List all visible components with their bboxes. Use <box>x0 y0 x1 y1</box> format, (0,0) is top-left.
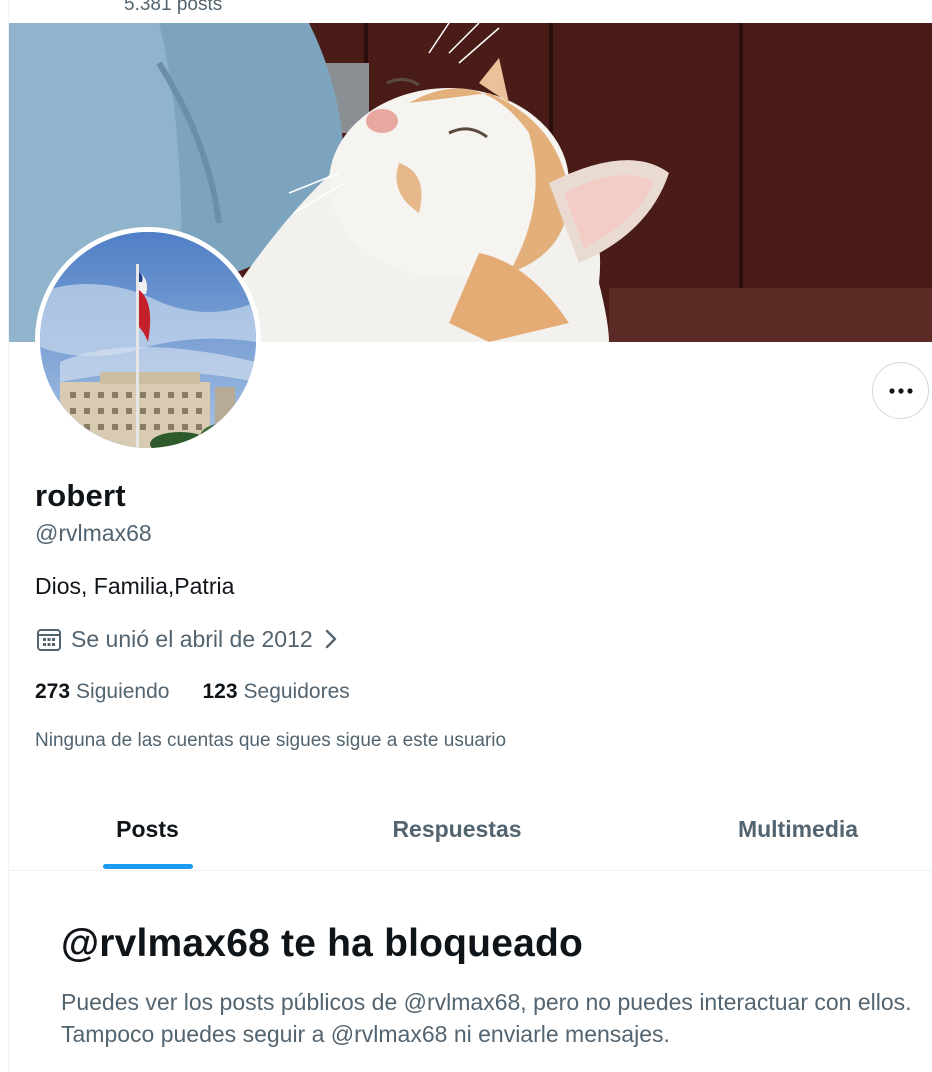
mutual-followers-note: Ninguna de las cuentas que sigues sigue … <box>35 730 507 751</box>
following-link[interactable]: 273 Siguiendo <box>35 680 169 704</box>
following-count: 273 <box>35 680 71 703</box>
profile-bio: Dios, Familia,Patria <box>35 573 235 599</box>
active-tab-indicator <box>102 864 193 869</box>
tab-media-label: Multimedia <box>737 816 859 842</box>
follow-stats: 273 Siguiendo 123 Seguidores <box>35 680 383 704</box>
blocked-description: Puedes ver los posts públicos de @rvlmax… <box>61 989 912 1047</box>
calendar-icon <box>37 629 61 651</box>
following-label: Siguiendo <box>76 680 170 703</box>
tab-posts[interactable]: Posts <box>9 788 286 871</box>
display-name: robert <box>35 478 126 513</box>
profile-avatar[interactable] <box>35 227 261 453</box>
followers-count: 123 <box>202 680 238 703</box>
tab-replies[interactable]: Respuestas <box>286 788 628 871</box>
more-options-button[interactable] <box>872 362 929 419</box>
joined-label: Se unió el abril de 2012 <box>71 625 313 652</box>
tab-media[interactable]: Multimedia <box>628 788 932 871</box>
tab-posts-label: Posts <box>116 816 179 842</box>
profile-column: 5.381 posts robert @rvlmax68 Dios, Famil… <box>8 0 932 1072</box>
profile-tabs: Posts Respuestas Multimedia <box>9 788 932 871</box>
tab-replies-label: Respuestas <box>392 816 522 842</box>
more-dots-icon <box>888 387 913 394</box>
blocked-title: @rvlmax68 te ha bloqueado <box>61 922 584 965</box>
followers-label: Seguidores <box>243 680 350 703</box>
post-count: 5.381 posts <box>124 0 223 15</box>
chevron-right-icon <box>325 629 336 649</box>
followers-link[interactable]: 123 Seguidores <box>202 680 349 704</box>
user-handle: @rvlmax68 <box>35 520 152 546</box>
joined-date[interactable]: Se unió el abril de 2012 <box>35 625 339 653</box>
